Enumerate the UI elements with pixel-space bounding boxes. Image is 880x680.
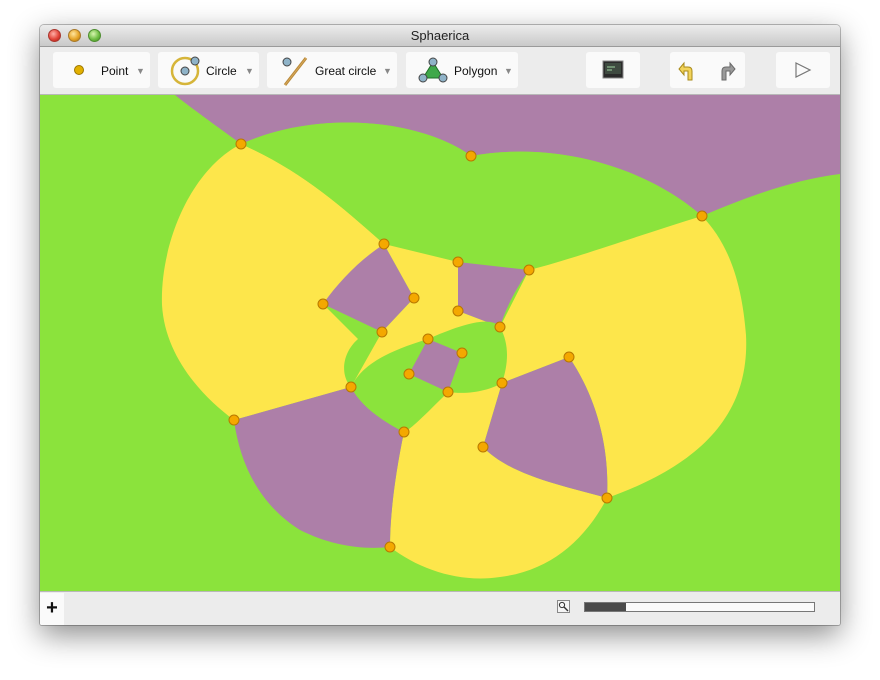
terminal-icon bbox=[602, 60, 624, 79]
points-layer[interactable] bbox=[40, 95, 840, 591]
great-circle-tool-button[interactable]: Great circle ▼ bbox=[267, 52, 397, 88]
title-bar[interactable]: Sphaerica bbox=[40, 25, 840, 47]
vertex-point[interactable] bbox=[384, 541, 396, 553]
point-tool-button[interactable]: Point ▼ bbox=[53, 52, 150, 88]
vertex-point[interactable] bbox=[442, 386, 454, 398]
zoom-slider[interactable] bbox=[584, 602, 815, 612]
vertex-point[interactable] bbox=[452, 305, 464, 317]
vertex-point[interactable] bbox=[696, 210, 708, 222]
zoom-icon[interactable] bbox=[557, 600, 570, 613]
polygon-dropdown-icon[interactable]: ▼ bbox=[504, 66, 513, 76]
point-dropdown-icon[interactable]: ▼ bbox=[136, 66, 145, 76]
status-bar: + bbox=[40, 591, 840, 625]
redo-icon[interactable] bbox=[714, 60, 736, 82]
great-circle-dropdown-icon[interactable]: ▼ bbox=[383, 66, 392, 76]
play-icon bbox=[795, 62, 812, 78]
zoom-slider-fill bbox=[585, 603, 627, 611]
app-window: Sphaerica Point ▼ Circle ▼ Great circle … bbox=[40, 25, 840, 625]
vertex-point[interactable] bbox=[523, 264, 535, 276]
polygon-tool-label: Polygon bbox=[454, 64, 498, 78]
circle-dropdown-icon[interactable]: ▼ bbox=[245, 66, 254, 76]
polygon-tool-button[interactable]: Polygon ▼ bbox=[406, 52, 518, 88]
vertex-point[interactable] bbox=[477, 441, 489, 453]
vertex-point[interactable] bbox=[376, 326, 388, 338]
vertex-point[interactable] bbox=[452, 256, 464, 268]
great-circle-tool-icon bbox=[282, 57, 308, 86]
vertex-point[interactable] bbox=[228, 414, 240, 426]
vertex-point[interactable] bbox=[456, 347, 468, 359]
vertex-point[interactable] bbox=[465, 150, 477, 162]
great-circle-tool-label: Great circle bbox=[315, 64, 377, 78]
vertex-point[interactable] bbox=[563, 351, 575, 363]
vertex-point[interactable] bbox=[408, 292, 420, 304]
vertex-point[interactable] bbox=[494, 321, 506, 333]
sphere-canvas[interactable] bbox=[40, 95, 840, 591]
vertex-point[interactable] bbox=[398, 426, 410, 438]
toolbar: Point ▼ Circle ▼ Great circle ▼ Polygon … bbox=[40, 47, 840, 95]
undo-redo-group bbox=[670, 52, 745, 88]
vertex-point[interactable] bbox=[345, 381, 357, 393]
magnifier-icon bbox=[558, 601, 569, 612]
play-button[interactable] bbox=[776, 52, 830, 88]
circle-tool-button[interactable]: Circle ▼ bbox=[158, 52, 259, 88]
undo-icon[interactable] bbox=[678, 60, 700, 82]
console-button[interactable] bbox=[586, 52, 640, 88]
vertex-point[interactable] bbox=[317, 298, 329, 310]
vertex-point[interactable] bbox=[422, 333, 434, 345]
point-tool-label: Point bbox=[101, 64, 129, 78]
vertex-point[interactable] bbox=[378, 238, 390, 250]
polygon-tool-icon bbox=[418, 57, 448, 83]
circle-tool-icon bbox=[170, 56, 200, 86]
vertex-point[interactable] bbox=[403, 368, 415, 380]
vertex-point[interactable] bbox=[601, 492, 613, 504]
vertex-point[interactable] bbox=[496, 377, 508, 389]
circle-tool-label: Circle bbox=[206, 64, 237, 78]
window-title: Sphaerica bbox=[410, 28, 470, 43]
point-icon bbox=[74, 65, 84, 75]
vertex-point[interactable] bbox=[235, 138, 247, 150]
add-button[interactable]: + bbox=[40, 593, 64, 625]
